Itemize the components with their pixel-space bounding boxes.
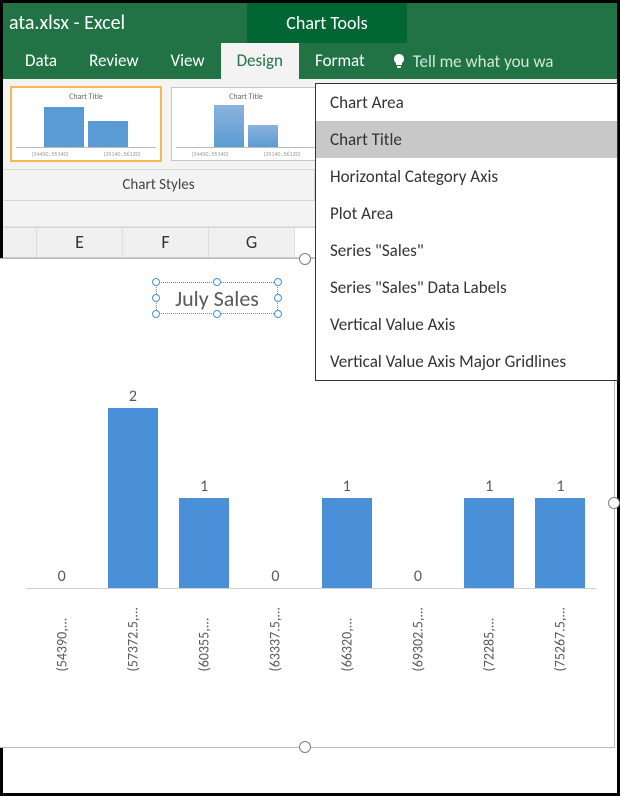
dropdown-item[interactable]: Vertical Value Axis (316, 306, 617, 343)
chart-element-dropdown[interactable]: Chart AreaChart TitleHorizontal Category… (315, 83, 618, 381)
title-handle-sw[interactable] (152, 310, 160, 318)
ribbon-group-label: Chart Styles (3, 169, 315, 201)
chart-resize-handle-n[interactable] (299, 253, 311, 265)
x-tick-label: (63337.5,... (267, 622, 284, 672)
title-handle-w[interactable] (152, 294, 160, 302)
dropdown-item[interactable]: Chart Area (316, 84, 617, 121)
chart-bar[interactable]: 2 (108, 387, 158, 588)
ribbon-tabs: Data Review View Design Format Tell me w… (3, 43, 617, 79)
dropdown-item[interactable]: Series "Sales" (316, 232, 617, 269)
x-tick-label: (54390,... (53, 622, 70, 672)
tell-me-search[interactable]: Tell me what you wa (381, 43, 554, 79)
tab-format[interactable]: Format (299, 43, 381, 79)
title-bar: ata.xlsx - Excel Chart Tools (3, 3, 617, 43)
x-tick-label: (69302.5,... (409, 622, 426, 672)
data-label: 0 (414, 567, 422, 586)
chart-x-axis: (54390,...(57372.5,...(60355,...(63337.5… (26, 604, 596, 655)
contextual-tab-label: Chart Tools (247, 3, 407, 43)
chart-bar[interactable]: 1 (464, 477, 514, 588)
title-handle-s[interactable] (213, 310, 221, 318)
title-handle-e[interactable] (274, 294, 282, 302)
window-title: ata.xlsx - Excel (3, 11, 247, 35)
data-label: 1 (485, 477, 493, 496)
tab-view[interactable]: View (155, 43, 221, 79)
col-header-f[interactable]: F (123, 228, 209, 257)
tab-review[interactable]: Review (73, 43, 154, 79)
x-tick-label: (75267.5,... (552, 622, 569, 672)
data-label: 2 (129, 387, 137, 406)
chart-bar[interactable]: 1 (179, 477, 229, 588)
chart-style-thumb-2[interactable]: Chart Title (34490..55140)(35140..56120) (171, 87, 321, 161)
chart-plot-area[interactable]: 0 2 1 0 1 0 1 1 (26, 389, 596, 589)
x-tick-label: (60355,... (196, 622, 213, 672)
col-header-g[interactable]: G (209, 228, 295, 257)
title-handle-nw[interactable] (152, 278, 160, 286)
tab-data[interactable]: Data (9, 43, 73, 79)
dropdown-item[interactable]: Chart Title (316, 121, 617, 158)
title-handle-se[interactable] (274, 310, 282, 318)
chart-resize-handle-s[interactable] (299, 741, 311, 753)
title-handle-n[interactable] (213, 278, 221, 286)
dropdown-item[interactable]: Horizontal Category Axis (316, 158, 617, 195)
data-label: 0 (58, 567, 66, 586)
chart-title[interactable]: July Sales (156, 282, 278, 314)
dropdown-item[interactable]: Plot Area (316, 195, 617, 232)
chart-bar[interactable]: 0 (37, 567, 87, 588)
dropdown-item[interactable]: Series "Sales" Data Labels (316, 269, 617, 306)
x-tick-label: (72285,... (481, 622, 498, 672)
x-tick-label: (57372.5,... (124, 622, 141, 672)
chart-style-thumb-1[interactable]: Chart Title (34490..55140)(35140..56120) (11, 87, 161, 161)
x-tick-label: (66320,... (338, 622, 355, 672)
data-label: 1 (200, 477, 208, 496)
chart-bar[interactable]: 1 (322, 477, 372, 588)
chart-bar[interactable]: 0 (250, 567, 300, 588)
chart-bar[interactable]: 1 (535, 477, 585, 588)
lightbulb-icon (391, 53, 407, 69)
data-label: 0 (271, 567, 279, 586)
tell-me-placeholder: Tell me what you wa (413, 51, 554, 72)
data-label: 1 (556, 477, 564, 496)
data-label: 1 (343, 477, 351, 496)
col-header-e[interactable]: E (37, 228, 123, 257)
dropdown-item[interactable]: Vertical Value Axis Major Gridlines (316, 343, 617, 380)
tab-design[interactable]: Design (221, 43, 299, 79)
chart-resize-handle-e[interactable] (608, 497, 620, 509)
title-handle-ne[interactable] (274, 278, 282, 286)
chart-bar[interactable]: 0 (393, 567, 443, 588)
